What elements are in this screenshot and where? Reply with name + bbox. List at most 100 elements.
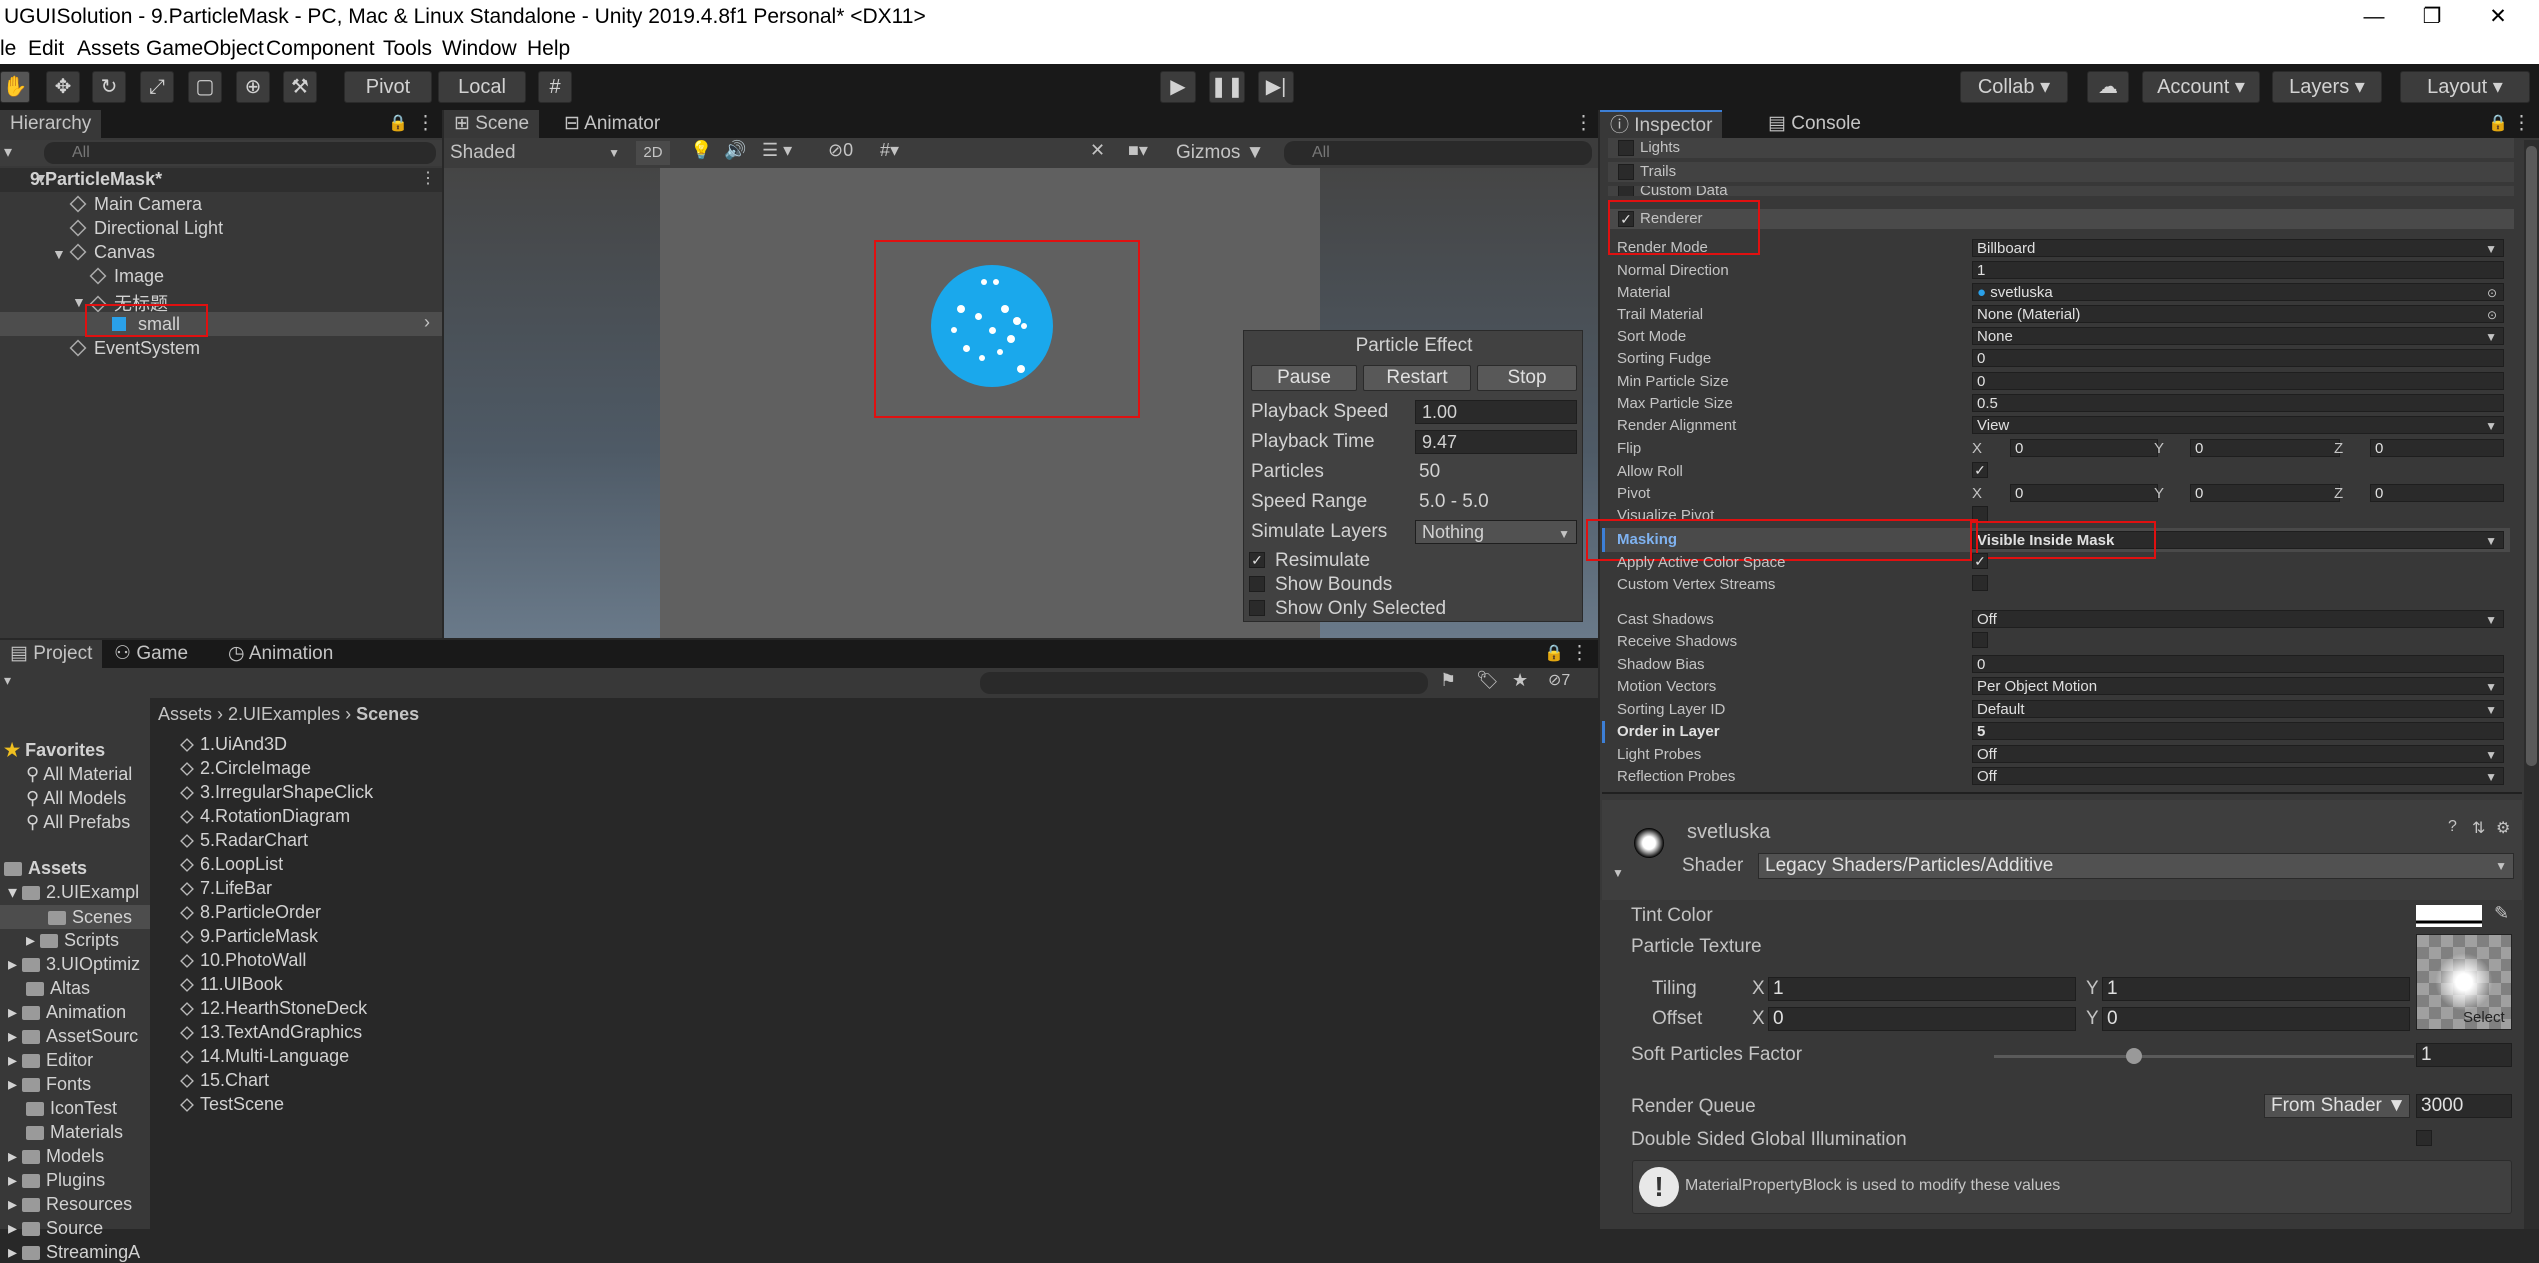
sorting-layer-dropdown[interactable]: Default ▼ bbox=[1972, 700, 2504, 718]
layout-dropdown[interactable]: Layout ▾ bbox=[2400, 71, 2530, 103]
favorite-all-models[interactable]: ⚲ All Models bbox=[26, 788, 126, 809]
flip-z-field[interactable]: 0 bbox=[2370, 439, 2504, 457]
camera-icon[interactable]: ■▾ bbox=[1128, 140, 1148, 161]
scene-file[interactable]: 4.RotationDiagram bbox=[180, 806, 350, 827]
custom-tool-icon[interactable]: ⚒ bbox=[283, 71, 317, 103]
menu-file[interactable]: le bbox=[0, 34, 16, 64]
soft-particles-slider-thumb[interactable] bbox=[2126, 1048, 2142, 1064]
trails-checkbox[interactable] bbox=[1618, 164, 1634, 180]
audio-icon[interactable]: 🔊 bbox=[724, 140, 746, 161]
tiling-y-field[interactable]: 1 bbox=[2102, 977, 2410, 1001]
flip-x-field[interactable]: 0 bbox=[2010, 439, 2158, 457]
flip-y-field[interactable]: 0 bbox=[2190, 439, 2340, 457]
menu-help[interactable]: Help bbox=[527, 34, 570, 64]
hidden-objects-icon[interactable]: ⊘0 bbox=[828, 140, 853, 161]
scene-file[interactable]: TestScene bbox=[180, 1094, 284, 1115]
expand-arrow-icon[interactable]: ▼ bbox=[34, 170, 48, 186]
pause-button[interactable]: ❚❚ bbox=[1209, 71, 1245, 103]
lighting-icon[interactable]: 💡 bbox=[690, 140, 712, 161]
filter-type-icon[interactable]: ⚑ bbox=[1440, 670, 1456, 691]
panel-menu-icon[interactable]: ⋮ bbox=[416, 110, 435, 138]
create-dropdown-icon[interactable]: ▾ bbox=[4, 672, 11, 689]
tab-console[interactable]: ▤ Console bbox=[1758, 110, 1871, 138]
trail-material-field[interactable]: None (Material) ⊙ bbox=[1972, 305, 2504, 323]
shadow-bias-field[interactable]: 0 bbox=[1972, 655, 2504, 673]
module-lights-header[interactable] bbox=[1608, 138, 2514, 158]
menu-tools[interactable]: Tools bbox=[383, 34, 432, 64]
offset-y-field[interactable]: 0 bbox=[2102, 1007, 2410, 1031]
lock-icon[interactable]: 🔒 bbox=[388, 110, 408, 138]
min-particle-size-field[interactable]: 0 bbox=[1972, 372, 2504, 390]
tab-inspector[interactable]: ⓘ Inspector bbox=[1600, 110, 1723, 138]
scene-file[interactable]: 15.Chart bbox=[180, 1070, 269, 1091]
panel-menu-icon[interactable]: ⋮ bbox=[1570, 640, 1589, 668]
pause-effect-button[interactable]: Pause bbox=[1251, 365, 1357, 391]
scene-file[interactable]: 14.Multi-Language bbox=[180, 1046, 349, 1067]
panel-menu-icon[interactable]: ⋮ bbox=[2512, 110, 2531, 138]
folder-materials[interactable]: Materials bbox=[26, 1122, 123, 1143]
minimize-button[interactable]: — bbox=[2354, 0, 2394, 34]
particle-texture-slot[interactable]: Select bbox=[2416, 934, 2512, 1030]
menu-gameobject[interactable]: GameObject bbox=[146, 34, 264, 64]
folder-plugins[interactable]: ▸ Plugins bbox=[8, 1170, 105, 1191]
lock-icon[interactable]: 🔒 bbox=[2488, 110, 2508, 138]
cast-shadows-dropdown[interactable]: Off ▼ bbox=[1972, 610, 2504, 628]
simulate-layers-dropdown[interactable]: Nothing ▼ bbox=[1415, 520, 1577, 544]
folder-streamingassets[interactable]: ▸ StreamingA bbox=[8, 1242, 140, 1263]
folder-fonts[interactable]: ▸ Fonts bbox=[8, 1074, 91, 1095]
rotate-tool-icon[interactable]: ↻ bbox=[92, 71, 126, 103]
hand-tool-icon[interactable]: ✋ bbox=[0, 71, 30, 103]
tab-animator[interactable]: ⊟ Animator bbox=[554, 110, 670, 138]
light-probes-dropdown[interactable]: Off ▼ bbox=[1972, 745, 2504, 763]
material-field[interactable]: ● svetluska ⊙ bbox=[1972, 283, 2504, 301]
panel-menu-icon[interactable]: ⋮ bbox=[1574, 110, 1593, 138]
effects-icon[interactable]: ☰ ▾ bbox=[762, 140, 792, 161]
scene-file[interactable]: 11.UIBook bbox=[180, 974, 283, 995]
move-tool-icon[interactable]: ✥ bbox=[46, 71, 80, 103]
scene-file[interactable]: 8.ParticleOrder bbox=[180, 902, 321, 923]
module-trails-header[interactable] bbox=[1608, 162, 2514, 182]
tab-scene[interactable]: ⊞ Scene bbox=[444, 110, 540, 138]
layers-dropdown[interactable]: Layers ▾ bbox=[2272, 71, 2382, 103]
allow-roll-checkbox[interactable]: ✓ bbox=[1972, 462, 1988, 478]
texture-select-button[interactable]: Select bbox=[2463, 1009, 2505, 1026]
breadcrumb-assets[interactable]: Assets bbox=[158, 704, 212, 724]
scene-file[interactable]: 1.UiAnd3D bbox=[180, 734, 287, 755]
2d-toggle[interactable]: 2D bbox=[636, 141, 670, 165]
lights-checkbox[interactable] bbox=[1618, 140, 1634, 156]
sort-mode-dropdown[interactable]: None ▼ bbox=[1972, 327, 2504, 345]
tab-game[interactable]: ⚇ Game bbox=[104, 640, 198, 668]
play-button[interactable]: ▶ bbox=[1160, 71, 1196, 103]
filter-label-icon[interactable]: 🏷 bbox=[1476, 670, 1499, 691]
favorite-all-prefabs[interactable]: ⚲ All Prefabs bbox=[26, 812, 130, 833]
hierarchy-item-small-selected[interactable]: small › bbox=[0, 312, 442, 336]
render-alignment-dropdown[interactable]: View ▼ bbox=[1972, 416, 2504, 434]
motion-vectors-dropdown[interactable]: Per Object Motion ▼ bbox=[1972, 677, 2504, 695]
rect-tool-icon[interactable]: ▢ bbox=[188, 71, 222, 103]
tiling-x-field[interactable]: 1 bbox=[1768, 977, 2076, 1001]
lock-icon[interactable]: 🔒 bbox=[1544, 640, 1564, 668]
breadcrumb-scenes[interactable]: Scenes bbox=[356, 704, 419, 724]
scene-file[interactable]: 9.ParticleMask bbox=[180, 926, 318, 947]
favorite-all-materials[interactable]: ⚲ All Material bbox=[26, 764, 132, 785]
custom-vertex-streams-checkbox[interactable] bbox=[1972, 575, 1988, 591]
menu-window[interactable]: Window bbox=[442, 34, 517, 64]
offset-x-field[interactable]: 0 bbox=[1768, 1007, 2076, 1031]
menu-assets[interactable]: Assets bbox=[77, 34, 140, 64]
folder-2-uiexamples[interactable]: ▾ 2.UIExampl bbox=[8, 882, 139, 903]
cloud-icon[interactable]: ☁ bbox=[2087, 71, 2129, 103]
hierarchy-search-input[interactable]: All bbox=[44, 142, 436, 164]
folder-assetsource[interactable]: ▸ AssetSourc bbox=[8, 1026, 138, 1047]
shading-dropdown[interactable]: Shaded ▼ bbox=[446, 140, 626, 166]
show-bounds-checkbox[interactable] bbox=[1249, 576, 1265, 592]
transform-tool-icon[interactable]: ⊕ bbox=[236, 71, 270, 103]
soft-particles-slider-track[interactable] bbox=[1994, 1055, 2414, 1058]
menu-component[interactable]: Component bbox=[266, 34, 375, 64]
account-dropdown[interactable]: Account ▾ bbox=[2142, 71, 2260, 103]
folder-scripts[interactable]: ▸ Scripts bbox=[26, 930, 119, 951]
breadcrumb-uiexamples[interactable]: 2.UIExamples bbox=[228, 704, 340, 724]
local-toggle[interactable]: Local bbox=[438, 71, 526, 103]
resimulate-checkbox[interactable]: ✓ bbox=[1249, 552, 1265, 568]
scale-tool-icon[interactable]: ⤢ bbox=[140, 71, 174, 103]
folder-animation[interactable]: ▸ Animation bbox=[8, 1002, 126, 1023]
